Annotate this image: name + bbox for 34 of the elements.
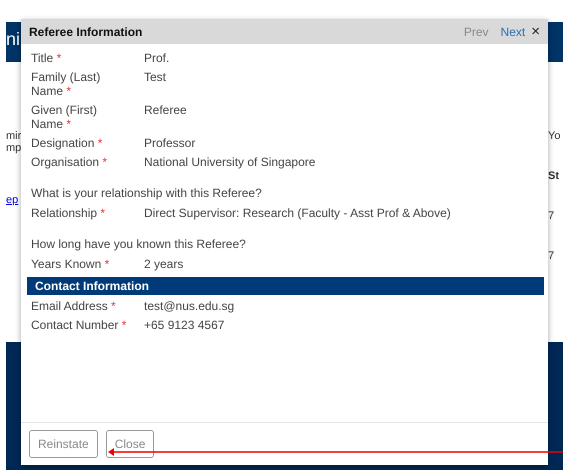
page-text: 7	[548, 210, 556, 222]
field-value: Prof.	[144, 51, 170, 65]
field-label: Family (Last) Name *	[31, 70, 102, 98]
question-text: What is your relationship with this Referee?	[31, 186, 263, 202]
page-text: mp	[6, 142, 22, 154]
question-text: How long have you known this Referee?	[31, 237, 247, 253]
field-label: Contact Number *	[31, 318, 127, 332]
field-label: Title *	[31, 51, 62, 65]
reinstate-button[interactable]: Reinstate	[29, 430, 98, 458]
close-button[interactable]: Close	[106, 430, 154, 458]
column-header: St	[548, 170, 560, 182]
nav-link[interactable]: Next	[500, 24, 526, 38]
field-value: +65 9123 4567	[144, 318, 226, 332]
field-value: Test	[144, 70, 168, 86]
page-text: Yo	[548, 130, 562, 142]
page-title: ni	[6, 28, 20, 50]
field-value: 2 years	[144, 257, 184, 271]
field-value: Professor	[144, 136, 196, 150]
field-label: Relationship *	[31, 206, 106, 220]
page-text: 7	[548, 250, 556, 262]
field-label: Designation *	[31, 136, 104, 150]
field-value: Referee	[144, 103, 188, 119]
field-label: Organisation *	[31, 155, 108, 169]
field-label: Given (First) Name *	[31, 103, 98, 131]
dialog-title: Referee Information	[29, 24, 144, 38]
page-text: mir	[6, 130, 22, 142]
field-value: Direct Supervisor: Research (Faculty - Asst Prof & Above)	[144, 206, 452, 220]
section-heading: Contact Information	[27, 277, 544, 295]
field-value: National University of Singapore	[144, 155, 316, 169]
field-label: Email Address *	[31, 299, 117, 313]
field-value: test@nus.edu.sg	[144, 299, 236, 313]
close-button[interactable]: ×	[531, 23, 540, 40]
field-label: Years Known *	[31, 257, 110, 271]
link[interactable]: ep	[6, 194, 22, 206]
